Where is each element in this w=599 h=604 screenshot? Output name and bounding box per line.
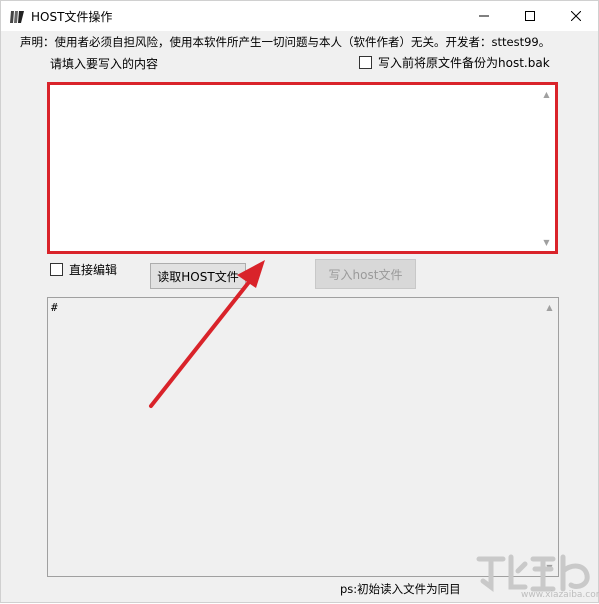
minimize-button[interactable] — [461, 1, 507, 31]
host-file-output[interactable]: # ▲ ▼ — [47, 297, 559, 577]
scroll-up-icon[interactable]: ▲ — [538, 87, 555, 101]
close-icon — [571, 11, 581, 21]
read-host-button[interactable]: 读取HOST文件 — [150, 263, 246, 289]
scroll-up-icon[interactable]: ▲ — [541, 300, 558, 314]
close-button[interactable] — [553, 1, 599, 31]
content-input-textarea[interactable]: ▲ ▼ — [47, 82, 558, 254]
backup-checkbox-row[interactable]: 写入前将原文件备份为host.bak — [359, 54, 550, 71]
ps-note: ps:初始读入文件为同目 — [340, 582, 461, 596]
scroll-down-icon[interactable]: ▼ — [538, 235, 555, 249]
direct-edit-checkbox[interactable] — [50, 263, 63, 276]
minimize-icon — [479, 15, 489, 17]
maximize-button[interactable] — [507, 1, 553, 31]
app-window: HOST文件操作 声明：使用者必须自担风险，使用本软件所产生一切问题与本人（软件… — [0, 0, 599, 603]
output-text: # — [51, 301, 58, 314]
output-scrollbar[interactable]: ▲ ▼ — [541, 298, 558, 576]
title-bar[interactable]: HOST文件操作 — [1, 1, 598, 31]
disclaimer-text: 声明：使用者必须自担风险，使用本软件所产生一切问题与本人（软件作者）无关。开发者… — [20, 35, 551, 49]
input-scrollbar[interactable]: ▲ ▼ — [538, 85, 555, 251]
backup-checkbox-label: 写入前将原文件备份为host.bak — [378, 56, 550, 70]
backup-checkbox[interactable] — [359, 56, 372, 69]
app-logo-icon — [10, 11, 24, 23]
direct-edit-checkbox-row[interactable]: 直接编辑 — [50, 261, 117, 278]
input-label: 请填入要写入的内容 — [50, 57, 159, 71]
window-title: HOST文件操作 — [31, 10, 113, 24]
direct-edit-label: 直接编辑 — [69, 263, 118, 277]
maximize-icon — [525, 11, 535, 21]
watermark-url: www.xiazaiba.com — [521, 590, 599, 600]
write-host-button[interactable]: 写入host文件 — [315, 259, 416, 289]
